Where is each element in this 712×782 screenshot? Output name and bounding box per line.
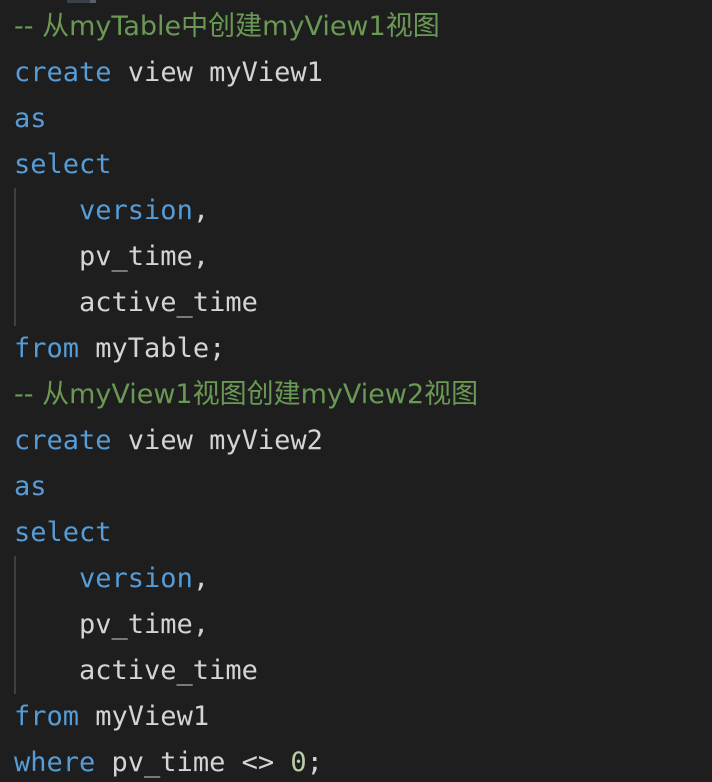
code-token-keyword: version xyxy=(79,563,193,594)
code-token-keyword: create xyxy=(14,57,112,88)
code-token-punct: , xyxy=(192,609,210,640)
code-token-keyword: as xyxy=(14,103,47,134)
code-line[interactable]: from myTable; xyxy=(0,326,712,372)
code-token-keyword: from xyxy=(14,333,80,364)
code-line[interactable]: pv_time, xyxy=(0,602,712,648)
code-line[interactable]: create view myView2 xyxy=(0,418,712,464)
code-token-plain: active_time xyxy=(14,655,258,686)
code-line[interactable]: from myView1 xyxy=(0,694,712,740)
code-editor[interactable]: -- 从myTable中创建myView1视图 create view myVie… xyxy=(0,0,712,782)
code-line[interactable]: as xyxy=(0,96,712,142)
code-token-keyword: from xyxy=(14,701,80,732)
code-token-keyword: select xyxy=(14,149,112,180)
code-line[interactable]: select xyxy=(0,510,712,556)
code-token-punct: , xyxy=(192,195,210,226)
code-token-keyword: create xyxy=(14,425,112,456)
code-token-plain: view myView1 xyxy=(111,57,323,88)
code-token-keyword: as xyxy=(14,471,47,502)
code-token-comment: -- 从myView1视图创建myView2视图 xyxy=(14,379,479,410)
code-line[interactable]: where pv_time <> 0; xyxy=(0,740,712,782)
code-token-plain: pv_time xyxy=(14,609,193,640)
code-token-plain: myView1 xyxy=(79,701,210,732)
code-token-plain: pv_time xyxy=(14,241,193,272)
code-token-punct: ; xyxy=(306,747,323,778)
code-line[interactable]: create view myView1 xyxy=(0,50,712,96)
code-token-plain: myTable xyxy=(79,333,210,364)
code-token-plain: active_time xyxy=(14,287,258,318)
code-token-number: 0 xyxy=(290,747,307,778)
code-token-plain: view myView2 xyxy=(111,425,323,456)
code-line[interactable]: active_time xyxy=(0,280,712,326)
code-line[interactable]: version, xyxy=(0,556,712,602)
code-token-plain: pv_time xyxy=(95,747,242,778)
code-content[interactable]: -- 从myTable中创建myView1视图 create view myVie… xyxy=(0,4,712,782)
code-line[interactable]: select xyxy=(0,142,712,188)
code-token-keyword: where xyxy=(14,747,96,778)
text-selection-highlight-tail xyxy=(90,0,96,3)
code-token-comment: -- 从myTable中创建myView1视图 xyxy=(14,11,440,42)
code-line[interactable]: -- 从myView1视图创建myView2视图 xyxy=(0,372,712,418)
code-token-keyword: select xyxy=(14,517,112,548)
code-line[interactable]: as xyxy=(0,464,712,510)
code-token-keyword: version xyxy=(79,195,193,226)
code-line[interactable]: active_time xyxy=(0,648,712,694)
code-token-operator: <> xyxy=(241,747,275,778)
code-line[interactable]: pv_time, xyxy=(0,234,712,280)
code-token-punct: , xyxy=(192,241,210,272)
text-selection-highlight xyxy=(67,0,90,3)
code-line[interactable]: version, xyxy=(0,188,712,234)
code-token-punct: ; xyxy=(209,333,226,364)
code-token-punct: , xyxy=(192,563,210,594)
code-line[interactable]: -- 从myTable中创建myView1视图 xyxy=(0,4,712,50)
